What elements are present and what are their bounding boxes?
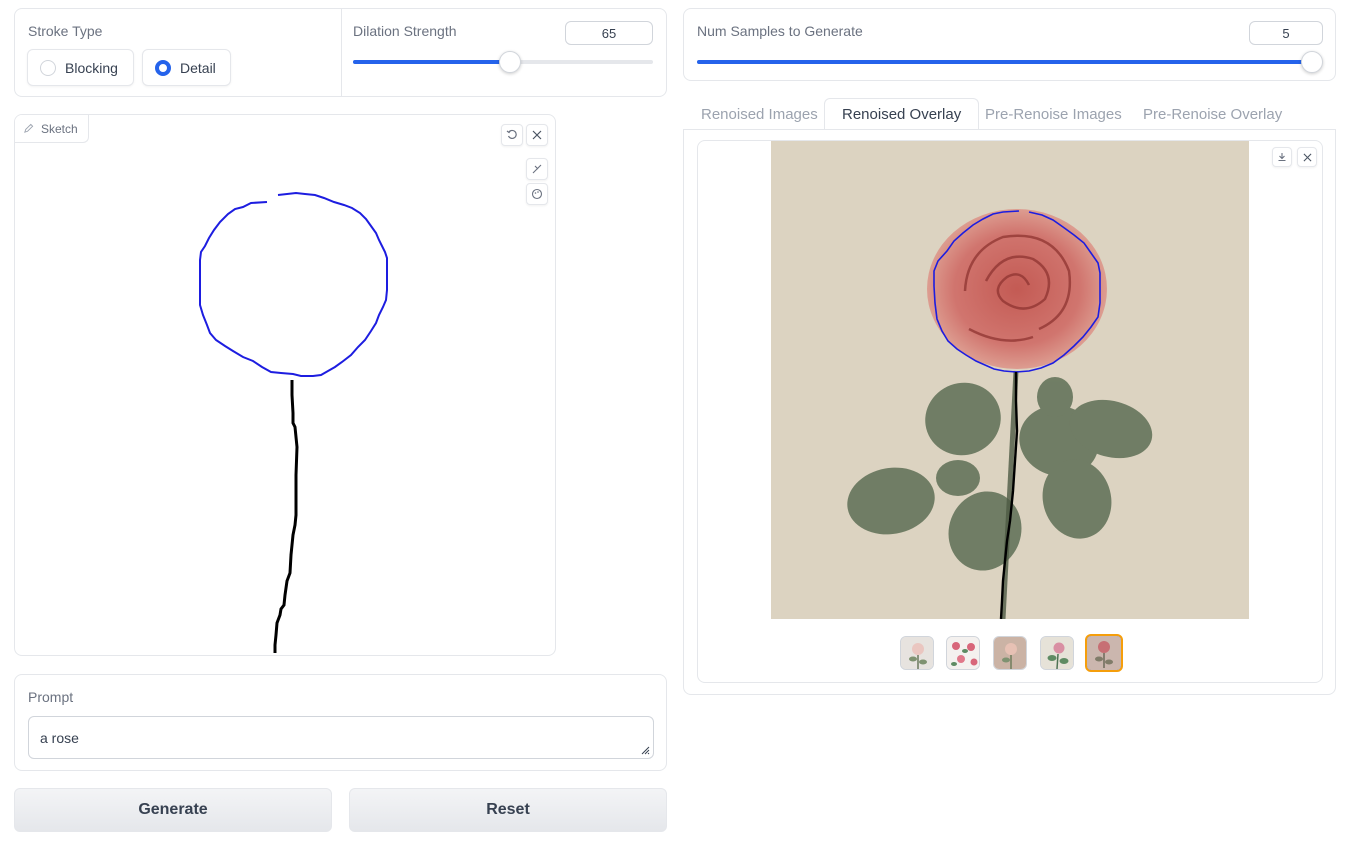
palette-icon bbox=[531, 188, 543, 200]
gallery-thumbnail[interactable] bbox=[993, 636, 1027, 670]
num-samples-slider-thumb[interactable] bbox=[1301, 51, 1323, 73]
gallery-thumbnail[interactable] bbox=[946, 636, 980, 670]
prompt-panel: Prompt a rose bbox=[14, 674, 667, 771]
undo-icon bbox=[506, 129, 517, 140]
undo-button[interactable] bbox=[501, 124, 523, 146]
radio-circle-icon bbox=[40, 59, 56, 76]
dilation-slider[interactable] bbox=[353, 51, 653, 73]
num-samples-slider-fill bbox=[697, 60, 1314, 64]
download-icon bbox=[1278, 153, 1286, 162]
brush-icon bbox=[532, 164, 542, 174]
radio-detail[interactable]: Detail bbox=[142, 49, 231, 86]
dilation-value-input[interactable]: 65 bbox=[565, 21, 653, 45]
gallery-thumbnail[interactable] bbox=[1040, 636, 1074, 670]
stroke-settings-panel: Stroke Type Blocking Detail Dilation Str… bbox=[14, 8, 667, 97]
generate-button[interactable]: Generate bbox=[14, 788, 332, 832]
dilation-slider-thumb[interactable] bbox=[499, 51, 521, 73]
output-tabs: Renoised Images Renoised Overlay Pre-Ren… bbox=[683, 98, 1336, 130]
sketch-canvas-panel[interactable]: Sketch bbox=[14, 114, 556, 656]
thumbnail-image bbox=[1041, 637, 1073, 669]
sketch-tab[interactable]: Sketch bbox=[15, 115, 89, 143]
num-samples-input[interactable]: 5 bbox=[1249, 21, 1323, 45]
brush-button[interactable] bbox=[526, 158, 548, 180]
gallery-thumbnail[interactable] bbox=[900, 636, 934, 670]
close-icon bbox=[532, 130, 542, 140]
prompt-text: a rose bbox=[40, 730, 79, 746]
sketch-tab-label: Sketch bbox=[41, 121, 78, 136]
resize-handle-icon[interactable] bbox=[641, 746, 650, 755]
divider bbox=[341, 9, 342, 96]
rose-overlay-image[interactable] bbox=[771, 141, 1249, 619]
reset-button[interactable]: Reset bbox=[349, 788, 667, 832]
dilation-slider-fill bbox=[353, 60, 510, 64]
gallery-thumbnail-selected[interactable] bbox=[1085, 634, 1123, 672]
thumbnail-image bbox=[994, 637, 1026, 669]
pencil-icon bbox=[24, 123, 34, 133]
radio-blocking-label: Blocking bbox=[65, 59, 118, 76]
radio-checked-icon bbox=[155, 59, 171, 76]
prompt-textarea[interactable]: a rose bbox=[28, 716, 654, 759]
num-samples-slider[interactable] bbox=[697, 51, 1323, 73]
color-palette-button[interactable] bbox=[526, 183, 548, 205]
tab-pre-renoise-overlay[interactable]: Pre-Renoise Overlay bbox=[1126, 98, 1299, 130]
tab-pre-renoise-images[interactable]: Pre-Renoise Images bbox=[968, 98, 1139, 130]
prompt-label: Prompt bbox=[28, 689, 74, 705]
tab-renoised-overlay[interactable]: Renoised Overlay bbox=[824, 98, 980, 130]
radio-detail-label: Detail bbox=[180, 59, 216, 76]
dilation-strength-label: Dilation Strength bbox=[353, 23, 457, 39]
thumbnail-image bbox=[1087, 636, 1121, 670]
num-samples-label: Num Samples to Generate bbox=[697, 23, 863, 39]
gallery-close-button[interactable] bbox=[1297, 147, 1317, 167]
sketch-drawing[interactable] bbox=[15, 115, 556, 656]
num-samples-panel: Num Samples to Generate 5 bbox=[683, 8, 1336, 81]
radio-blocking[interactable]: Blocking bbox=[27, 49, 134, 86]
thumbnail-image bbox=[901, 637, 933, 669]
close-icon bbox=[1303, 153, 1311, 161]
output-gallery bbox=[697, 140, 1323, 683]
stroke-type-label: Stroke Type bbox=[28, 23, 103, 39]
clear-button[interactable] bbox=[526, 124, 548, 146]
thumbnail-image bbox=[947, 637, 979, 669]
download-button[interactable] bbox=[1272, 147, 1292, 167]
tab-renoised-images[interactable]: Renoised Images bbox=[684, 98, 835, 130]
